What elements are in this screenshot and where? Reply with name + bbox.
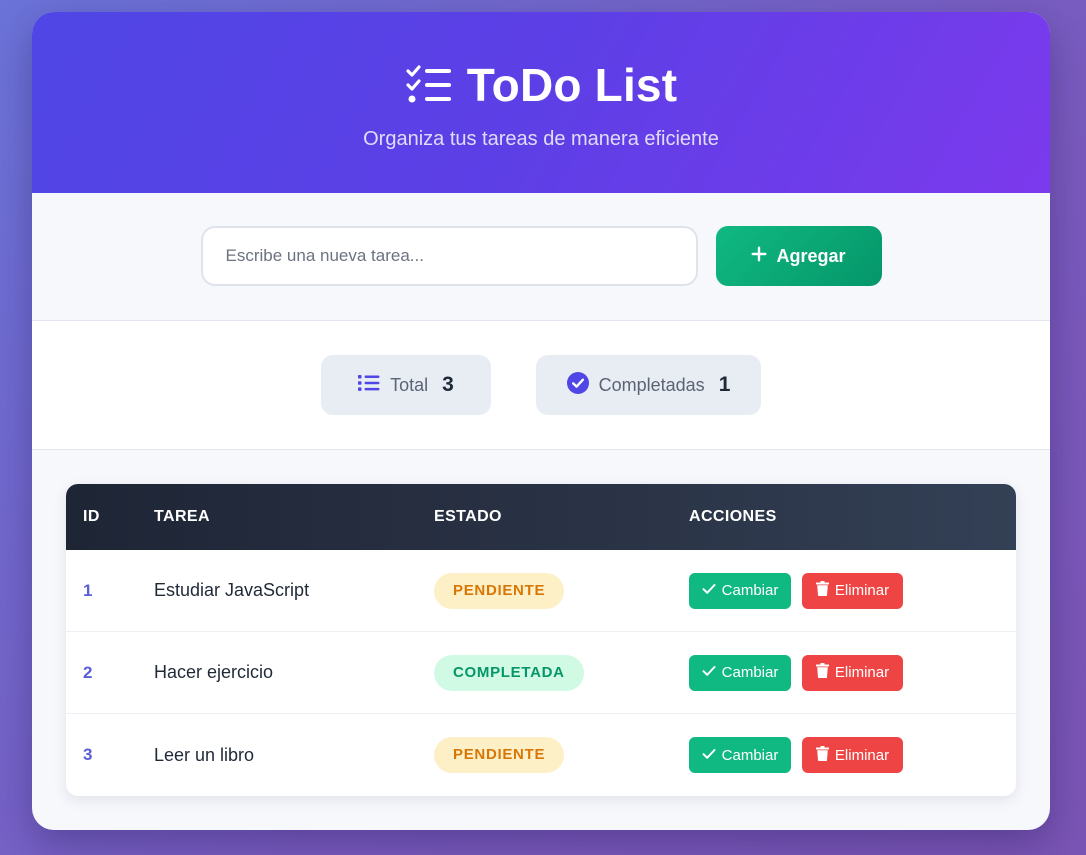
table-row: 3 Leer un libro PENDIENTE Cambiar Elimin… bbox=[66, 714, 1016, 796]
task-name: Hacer ejercicio bbox=[154, 662, 274, 682]
row-actions: Cambiar Eliminar bbox=[689, 572, 1016, 609]
check-circle-icon bbox=[566, 371, 589, 399]
task-name: Leer un libro bbox=[154, 744, 255, 765]
add-task-form: Agregar bbox=[32, 193, 1050, 321]
header-status: ESTADO bbox=[434, 508, 502, 525]
header-actions: ACCIONES bbox=[689, 508, 777, 525]
trash-icon bbox=[815, 663, 829, 682]
task-name: Estudiar JavaScript bbox=[154, 580, 310, 600]
status-badge: COMPLETADA bbox=[434, 654, 584, 691]
table-row: 2 Hacer ejercicio COMPLETADA Cambiar Eli… bbox=[66, 632, 1016, 714]
title-row: ToDo List bbox=[405, 58, 677, 112]
toggle-status-button[interactable]: Cambiar bbox=[689, 654, 791, 691]
status-badge: PENDIENTE bbox=[434, 572, 565, 609]
app-header: ToDo List Organiza tus tareas de manera … bbox=[32, 12, 1050, 193]
toggle-status-label: Cambiar bbox=[721, 664, 779, 681]
toggle-status-label: Cambiar bbox=[721, 746, 779, 764]
delete-task-label: Eliminar bbox=[834, 664, 890, 681]
tasks-section: ID TAREA ESTADO ACCIONES 1 Estudiar Java… bbox=[32, 450, 1050, 796]
table-header: ID TAREA ESTADO ACCIONES bbox=[66, 484, 1016, 550]
table-row: 1 Estudiar JavaScript PENDIENTE Cambiar bbox=[66, 550, 1016, 632]
task-id: 1 bbox=[83, 580, 93, 600]
stat-completed: Completadas 1 bbox=[536, 355, 761, 415]
delete-task-label: Eliminar bbox=[834, 582, 890, 599]
list-icon bbox=[358, 374, 380, 397]
delete-task-label: Eliminar bbox=[834, 746, 890, 764]
trash-icon bbox=[815, 581, 829, 600]
row-actions: Cambiar Eliminar bbox=[689, 737, 1016, 773]
stat-completed-value: 1 bbox=[718, 373, 731, 396]
stat-total: Total 3 bbox=[321, 355, 491, 415]
tasks-icon bbox=[405, 65, 453, 105]
task-id: 3 bbox=[83, 745, 93, 764]
new-task-input[interactable] bbox=[200, 226, 698, 286]
task-id: 2 bbox=[83, 662, 93, 682]
tasks-table: ID TAREA ESTADO ACCIONES 1 Estudiar Java… bbox=[66, 484, 1016, 796]
page-subtitle: Organiza tus tareas de manera eficiente bbox=[363, 128, 719, 150]
status-badge: PENDIENTE bbox=[434, 737, 565, 773]
header-id: ID bbox=[83, 508, 100, 525]
status-cell: COMPLETADA bbox=[434, 654, 689, 691]
add-task-button-label: Agregar bbox=[776, 245, 846, 266]
toggle-status-button[interactable]: Cambiar bbox=[689, 572, 791, 609]
status-cell: PENDIENTE bbox=[434, 737, 689, 773]
trash-icon bbox=[815, 745, 829, 765]
page-title: ToDo List bbox=[466, 59, 678, 111]
stat-total-value: 3 bbox=[442, 373, 454, 396]
todo-app: ToDo List Organiza tus tareas de manera … bbox=[32, 12, 1050, 830]
header-task: TAREA bbox=[154, 508, 210, 525]
plus-icon bbox=[751, 246, 767, 267]
check-icon bbox=[702, 582, 716, 599]
toggle-status-button[interactable]: Cambiar bbox=[689, 737, 791, 773]
delete-task-button[interactable]: Eliminar bbox=[802, 737, 903, 773]
delete-task-button[interactable]: Eliminar bbox=[802, 572, 903, 609]
status-cell: PENDIENTE bbox=[434, 572, 689, 609]
delete-task-button[interactable]: Eliminar bbox=[802, 654, 903, 691]
check-icon bbox=[702, 664, 716, 681]
add-task-button[interactable]: Agregar bbox=[715, 226, 882, 286]
row-actions: Cambiar Eliminar bbox=[689, 654, 1016, 691]
check-icon bbox=[702, 747, 716, 764]
toggle-status-label: Cambiar bbox=[721, 582, 779, 599]
stats-bar: Total 3 Completadas 1 bbox=[32, 321, 1050, 450]
stat-completed-label: Completadas bbox=[598, 374, 705, 395]
stat-total-label: Total bbox=[390, 374, 429, 395]
